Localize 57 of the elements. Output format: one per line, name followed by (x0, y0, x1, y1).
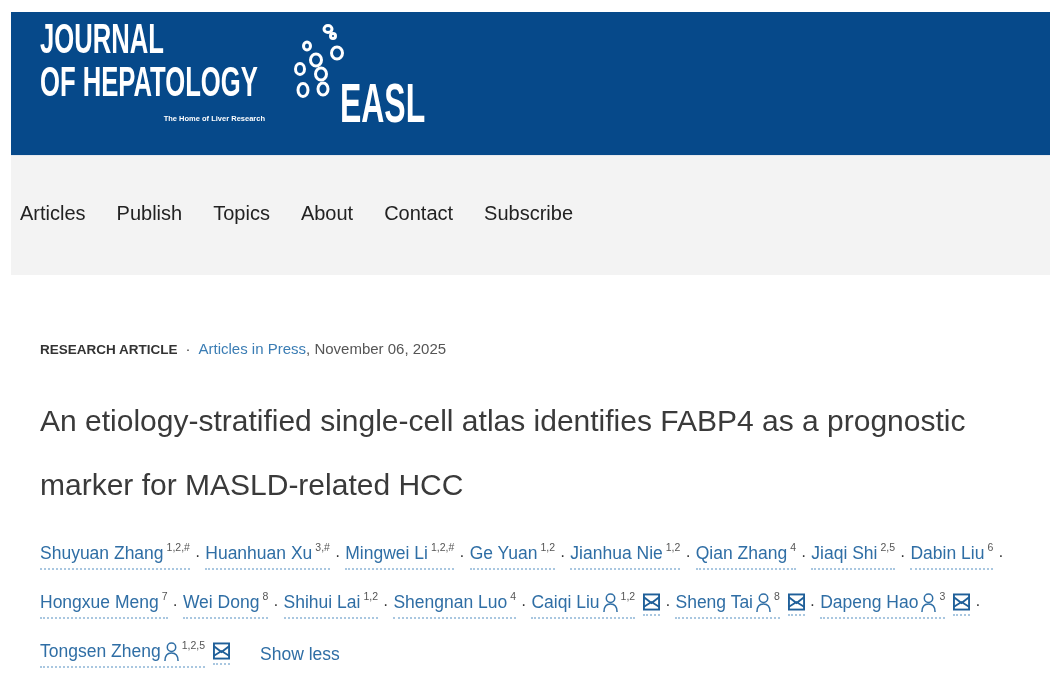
email-link[interactable] (787, 593, 805, 616)
affiliation-superscript: 1,2 (620, 590, 636, 602)
affiliation-superscript: 3 (939, 590, 946, 602)
mail-icon (787, 593, 805, 611)
journal-logo-text: JOURNAL (40, 17, 164, 60)
society-logo-text: EASL (340, 75, 426, 131)
article-type-label: RESEARCH ARTICLE (40, 341, 178, 359)
affiliation-superscript: 3,# (315, 541, 330, 553)
separator-dot: · (459, 546, 465, 565)
separator-dot: · (975, 595, 981, 614)
affiliation-superscript: 1,2,5 (181, 639, 205, 651)
nav-link[interactable]: Topics (213, 202, 270, 225)
nav-link[interactable]: About (300, 202, 354, 225)
affiliation-superscript: 6 (987, 541, 994, 553)
separator-dot: · (521, 595, 527, 614)
separator-dot: · (665, 595, 671, 614)
affiliation-superscript: 1,2 (363, 590, 379, 602)
mail-icon (643, 593, 661, 611)
separator-dot: · (383, 595, 389, 614)
affiliation-superscript: 1,2,# (430, 541, 455, 553)
mail-icon (213, 642, 230, 660)
separator-dot: · (273, 595, 279, 614)
article-title: An etiology-stratified single-cell atlas identifies FABP4 as a prognostic marker for MASLD-related HCC (40, 403, 967, 503)
separator-dot: · (801, 546, 807, 565)
separator-dot: · (194, 546, 201, 565)
author-link[interactable]: Caiqi Liu 1,2 (531, 590, 636, 619)
author-link[interactable]: Tongsen Zheng 1,2,5 (40, 639, 205, 668)
journal-logo-text: OF HEPATOLOGY (40, 60, 258, 103)
separator-dot: · (185, 339, 191, 359)
affiliation-superscript: 4 (510, 590, 517, 602)
affiliation-superscript: 1,2,# (166, 541, 190, 553)
affiliation-superscript: 7 (161, 590, 168, 602)
author-link[interactable]: Sheng Tai 8 (675, 590, 780, 619)
email-link[interactable] (953, 593, 971, 616)
separator-dot: · (998, 546, 1004, 565)
affiliation-superscript: 2,5 (880, 541, 896, 553)
nav-link[interactable]: Articles (20, 202, 86, 225)
email-link[interactable] (213, 642, 230, 665)
nav-link[interactable]: Subscribe (484, 202, 574, 225)
nav-link[interactable]: Publish (116, 202, 183, 225)
separator-dot: · (685, 546, 691, 565)
affiliation-superscript: 8 (262, 590, 269, 602)
affiliation-superscript: 1,2 (665, 541, 681, 553)
affiliation-superscript: 8 (774, 590, 780, 602)
nav-link[interactable]: Contact (384, 202, 454, 225)
author-link[interactable]: Dapeng Hao 3 (820, 590, 946, 619)
publication-date: , November 06, 2025 (306, 339, 447, 359)
mail-icon (953, 593, 971, 611)
separator-dot: · (334, 546, 341, 565)
separator-dot: · (560, 546, 566, 565)
affiliation-superscript: 4 (790, 541, 796, 553)
separator-dot: · (809, 595, 816, 614)
show-less-link[interactable]: Show less (260, 641, 340, 666)
separator-dot: · (900, 546, 906, 565)
separator-dot: · (172, 595, 178, 614)
affiliation-superscript: 1,2 (540, 541, 556, 553)
email-link[interactable] (643, 593, 661, 616)
